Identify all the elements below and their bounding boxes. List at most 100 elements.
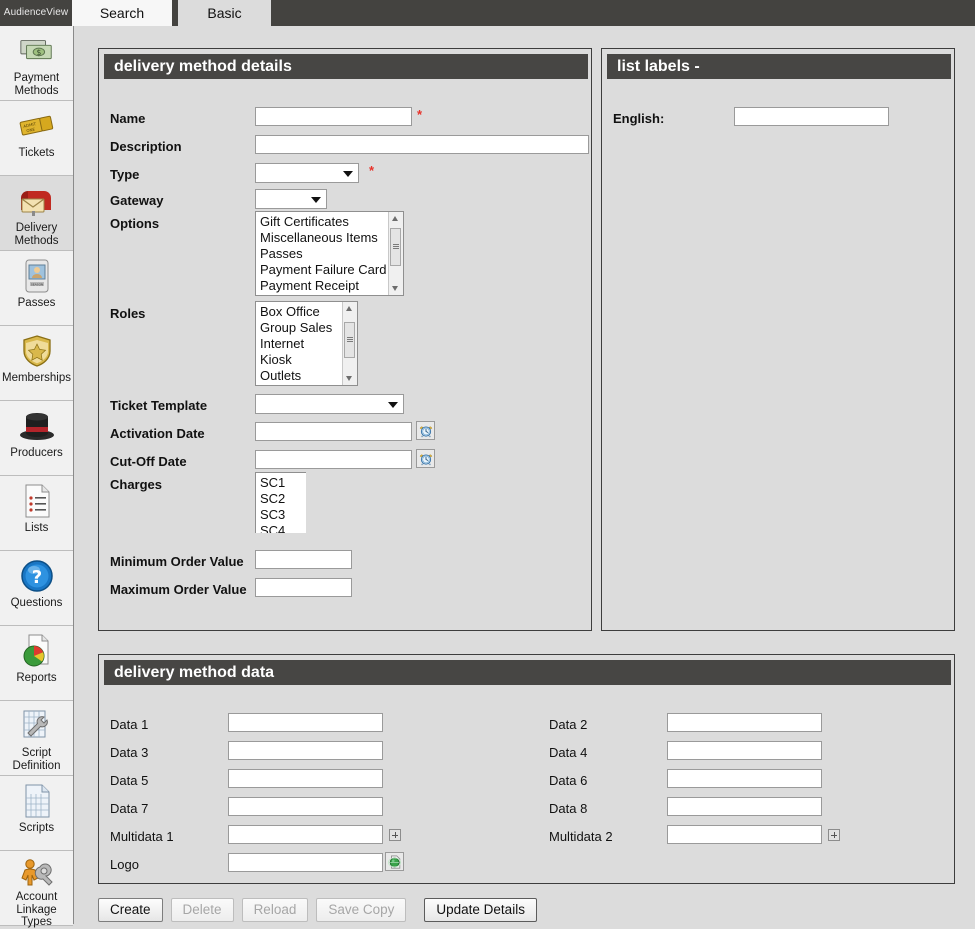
delivery-method-details-panel: delivery method details Name * Descripti… <box>98 48 592 631</box>
list-item[interactable]: Passes <box>256 246 389 262</box>
maximum-order-value-input[interactable] <box>255 578 352 597</box>
money-icon: $ <box>18 32 56 70</box>
sidebar-item-lists[interactable]: Lists <box>0 476 73 551</box>
data-field-input[interactable] <box>228 797 383 816</box>
create-button[interactable]: Create <box>98 898 163 922</box>
options-scrollbar[interactable] <box>388 212 403 295</box>
data-field-input[interactable] <box>667 797 822 816</box>
data-field-input[interactable] <box>228 713 383 732</box>
plus-box-icon[interactable] <box>828 829 840 841</box>
sidebar-item-producers[interactable]: Producers <box>0 401 73 476</box>
data-field-input[interactable] <box>667 741 822 760</box>
scroll-up-arrow-icon[interactable] <box>389 212 402 225</box>
tab-basic[interactable]: Basic <box>178 0 271 26</box>
scrollbar-thumb[interactable] <box>344 322 355 358</box>
question-circle-icon: ? <box>20 557 54 595</box>
data-field-input[interactable] <box>228 769 383 788</box>
list-item[interactable]: Miscellaneous Items <box>256 230 389 246</box>
scroll-down-arrow-icon[interactable] <box>343 372 356 385</box>
english-input[interactable] <box>734 107 889 126</box>
data-field-label: Data 5 <box>110 773 149 788</box>
name-label: Name <box>110 111 146 126</box>
scrollbar-thumb[interactable] <box>390 228 401 266</box>
charges-label: Charges <box>110 477 163 492</box>
sidebar-item-scripts[interactable]: Scripts <box>0 776 73 851</box>
list-item[interactable]: Payment Failure Card <box>256 262 389 278</box>
chevron-down-icon <box>343 171 353 177</box>
tab-search[interactable]: Search <box>72 0 172 26</box>
details-panel-title: delivery method details <box>104 54 588 79</box>
options-label: Options <box>110 216 160 231</box>
charges-listbox[interactable]: SC1 SC2 SC3 SC4 <box>255 472 306 533</box>
svg-text:SEASON: SEASON <box>30 283 42 287</box>
scroll-down-arrow-icon[interactable] <box>389 282 402 295</box>
list-item[interactable]: SC3 <box>256 507 306 523</box>
sidebar-item-script-definition[interactable]: Script Definition <box>0 701 73 776</box>
app-brand-label: AudienceView <box>0 0 72 26</box>
list-item[interactable]: Gift Certificates <box>256 214 389 230</box>
type-select[interactable] <box>255 163 359 183</box>
sidebar-item-memberships[interactable]: Memberships <box>0 326 73 401</box>
alarm-clock-icon <box>419 425 432 437</box>
sidebar-item-tickets[interactable]: ADMIT ONE Tickets <box>0 101 73 176</box>
sidebar-item-label: Delivery Methods <box>14 222 59 247</box>
data-field-input[interactable] <box>667 825 822 844</box>
pie-chart-report-icon <box>21 632 53 670</box>
activation-date-label: Activation Date <box>110 426 205 441</box>
activation-date-picker-button[interactable] <box>416 421 435 440</box>
delete-button: Delete <box>170 898 234 922</box>
data-field-input[interactable] <box>667 769 822 788</box>
content-area: delivery method details Name * Descripti… <box>74 26 975 924</box>
roles-scrollbar[interactable] <box>342 302 357 385</box>
update-details-button[interactable]: Update Details <box>424 898 537 922</box>
sidebar-item-label: Payment Methods <box>13 72 60 97</box>
data-field-input[interactable] <box>228 853 383 872</box>
description-label: Description <box>110 139 182 154</box>
list-item[interactable]: SC4 <box>256 523 306 533</box>
list-item[interactable]: Outlets <box>256 368 343 384</box>
list-item[interactable]: SC2 <box>256 491 306 507</box>
sidebar-item-account-linkage-types[interactable]: Account Linkage Types <box>0 851 73 928</box>
sidebar-item-passes[interactable]: SEASON Passes <box>0 251 73 326</box>
top-hat-icon <box>18 407 56 445</box>
shield-star-icon <box>21 332 53 370</box>
description-input[interactable] <box>255 135 589 154</box>
cutoff-date-input[interactable] <box>255 450 412 469</box>
sidebar-item-label: Reports <box>16 672 57 684</box>
list-item[interactable]: Payment Receipt <box>256 278 389 294</box>
list-item[interactable]: SC1 <box>256 475 306 491</box>
gateway-select[interactable] <box>255 189 327 209</box>
data-field-input[interactable] <box>667 713 822 732</box>
data-field-input[interactable] <box>228 825 383 844</box>
minimum-order-value-input[interactable] <box>255 550 352 569</box>
english-label: English: <box>613 111 665 126</box>
type-label: Type <box>110 167 140 182</box>
alarm-clock-icon <box>419 453 432 465</box>
options-listbox[interactable]: Gift Certificates Miscellaneous Items Pass… <box>255 211 404 296</box>
activation-date-input[interactable] <box>255 422 412 441</box>
sidebar-item-payment-methods[interactable]: $ Payment Methods <box>0 26 73 101</box>
ticket-icon: ADMIT ONE <box>17 107 57 145</box>
ticket-template-select[interactable] <box>255 394 404 414</box>
plus-box-icon[interactable] <box>389 829 401 841</box>
sidebar-item-delivery-methods[interactable]: Delivery Methods <box>0 176 73 251</box>
roles-listbox[interactable]: Box Office Group Sales Internet Kiosk Outlet… <box>255 301 358 386</box>
list-item[interactable]: Group Sales <box>256 320 343 336</box>
sidebar-item-label: Account Linkage Types <box>15 891 58 928</box>
data-field-input[interactable] <box>228 741 383 760</box>
top-tab-strip: AudienceView Search Basic <box>0 0 975 26</box>
sidebar-item-questions[interactable]: ? Questions <box>0 551 73 626</box>
grid-document-icon <box>22 782 52 820</box>
data-field-label: Data 6 <box>549 773 588 788</box>
list-item[interactable]: Internet <box>256 336 343 352</box>
list-item[interactable]: Kiosk <box>256 352 343 368</box>
logo-browse-button[interactable] <box>385 852 404 871</box>
mailbox-icon <box>18 182 56 220</box>
list-item[interactable]: Box Office <box>256 304 343 320</box>
pass-card-icon: SEASON <box>22 257 52 295</box>
scroll-up-arrow-icon[interactable] <box>343 302 356 315</box>
cutoff-date-picker-button[interactable] <box>416 449 435 468</box>
sidebar-item-reports[interactable]: Reports <box>0 626 73 701</box>
name-input[interactable] <box>255 107 412 126</box>
chevron-down-icon <box>311 197 321 203</box>
